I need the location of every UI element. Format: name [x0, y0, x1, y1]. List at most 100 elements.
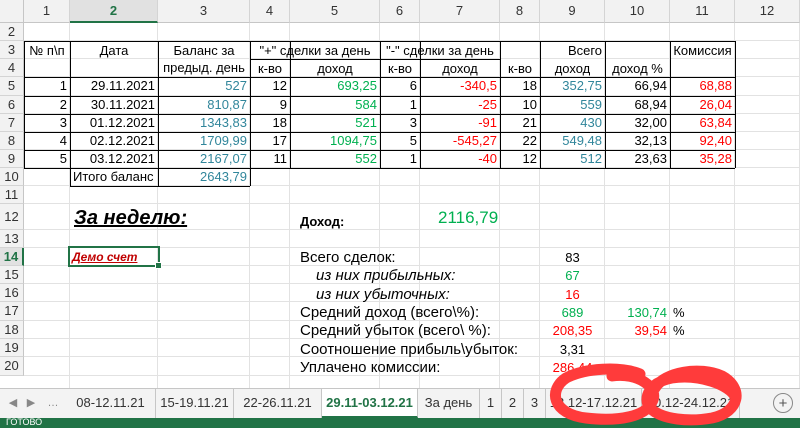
table-cell-pq[interactable]: 9: [250, 96, 290, 113]
table-cell-n[interactable]: 4: [24, 132, 70, 149]
table-cell-date[interactable]: 01.12.2021: [70, 114, 158, 131]
table-cell-mq[interactable]: 1: [380, 150, 420, 167]
row-header-12[interactable]: 12: [0, 204, 24, 230]
table-cell-mi[interactable]: -545,27: [420, 132, 500, 149]
avg-loss-pct-sign[interactable]: %: [670, 322, 690, 339]
header-num[interactable]: № п\п: [24, 42, 70, 59]
header-total-qty[interactable]: к-во: [500, 60, 540, 77]
avg-income-value[interactable]: 689: [540, 304, 605, 321]
profit-deals-label[interactable]: из них прибыльных:: [316, 267, 455, 284]
table-cell-pq[interactable]: 12: [250, 77, 290, 94]
row-header-9[interactable]: 9: [0, 150, 24, 168]
loss-deals-value[interactable]: 16: [540, 286, 605, 303]
deals-label[interactable]: Всего сделок:: [300, 249, 396, 266]
table-cell-tq[interactable]: 12: [500, 150, 540, 167]
table-cell-com[interactable]: 68,88: [670, 77, 735, 94]
header-total-income-pct[interactable]: доход %: [605, 60, 670, 77]
header-minus-income[interactable]: доход: [420, 60, 500, 77]
fill-handle[interactable]: [155, 262, 162, 269]
sheet-tab[interactable]: 3: [524, 389, 546, 418]
sheet-tab[interactable]: 2: [502, 389, 524, 418]
ratio-value[interactable]: 3,31: [540, 341, 605, 358]
table-cell-com[interactable]: 35,28: [670, 150, 735, 167]
row-header-17[interactable]: 17: [0, 302, 24, 321]
table-cell-balance[interactable]: 1709,99: [158, 132, 250, 149]
column-header-6[interactable]: 6: [380, 0, 420, 23]
avg-loss-pct[interactable]: 39,54: [605, 322, 670, 339]
avg-loss-label[interactable]: Средний убыток (всего\ %):: [300, 322, 491, 339]
table-cell-tp[interactable]: 66,94: [605, 77, 670, 94]
column-header-2[interactable]: 2: [70, 0, 158, 23]
column-header-8[interactable]: 8: [500, 0, 540, 23]
ratio-label[interactable]: Соотношение прибыль\убыток:: [300, 341, 518, 358]
sheet-tab[interactable]: 13.12-17.12.21: [546, 389, 642, 418]
add-sheet-icon[interactable]: +: [773, 393, 793, 413]
row-header-13[interactable]: 13: [0, 230, 24, 248]
row-header-4[interactable]: 4: [0, 59, 24, 77]
table-cell-balance[interactable]: 1343,83: [158, 114, 250, 131]
header-plus-deals[interactable]: "+" сделки за день: [250, 42, 380, 59]
table-cell-pi[interactable]: 521: [290, 114, 380, 131]
deals-value[interactable]: 83: [540, 249, 605, 266]
avg-income-pct[interactable]: 130,74: [605, 304, 670, 321]
sheet-tab[interactable]: 08-12.11.21: [66, 389, 156, 418]
avg-income-pct-sign[interactable]: %: [670, 304, 690, 321]
table-cell-n[interactable]: 5: [24, 150, 70, 167]
table-cell-mq[interactable]: 6: [380, 77, 420, 94]
header-plus-income[interactable]: доход: [290, 60, 380, 77]
table-cell-pq[interactable]: 18: [250, 114, 290, 131]
table-cell-balance[interactable]: 527: [158, 77, 250, 94]
header-minus-qty[interactable]: к-во: [380, 60, 420, 77]
table-cell-pi[interactable]: 1094,75: [290, 132, 380, 149]
row-header-15[interactable]: 15: [0, 266, 24, 284]
header-commission[interactable]: Комиссия: [670, 42, 735, 59]
table-cell-pq[interactable]: 17: [250, 132, 290, 149]
row-header-14[interactable]: 14: [0, 248, 24, 266]
sheet-tab[interactable]: 15-19.11.21: [156, 389, 234, 418]
sheet-tab[interactable]: За день: [418, 389, 480, 418]
table-cell-tq[interactable]: 18: [500, 77, 540, 94]
row-header-20[interactable]: 20: [0, 357, 24, 376]
table-cell-pi[interactable]: 552: [290, 150, 380, 167]
table-cell-tp[interactable]: 32,13: [605, 132, 670, 149]
table-cell-mi[interactable]: -40: [420, 150, 500, 167]
column-header-9[interactable]: 9: [540, 0, 605, 23]
row-header-7[interactable]: 7: [0, 114, 24, 132]
tab-scroll-left-icon[interactable]: ◀: [4, 389, 22, 418]
total-balance-value[interactable]: 2643,79: [158, 168, 250, 185]
table-cell-tp[interactable]: 32,00: [605, 114, 670, 131]
commission-paid-value[interactable]: 286,44: [540, 359, 605, 376]
table-cell-pi[interactable]: 584: [290, 96, 380, 113]
column-header-3[interactable]: 3: [158, 0, 250, 23]
table-cell-mq[interactable]: 1: [380, 96, 420, 113]
table-cell-mi[interactable]: -91: [420, 114, 500, 131]
tab-more-icon[interactable]: …: [44, 389, 62, 418]
header-minus-deals[interactable]: "-" сделки за день: [380, 42, 500, 59]
table-cell-n[interactable]: 3: [24, 114, 70, 131]
table-cell-balance[interactable]: 810,87: [158, 96, 250, 113]
row-header-3[interactable]: 3: [0, 41, 24, 59]
table-cell-date[interactable]: 29.11.2021: [70, 77, 158, 94]
column-header-10[interactable]: 10: [605, 0, 670, 23]
table-cell-mi[interactable]: -25: [420, 96, 500, 113]
sheet-tab[interactable]: 1: [480, 389, 502, 418]
income-value[interactable]: 2116,79: [438, 208, 498, 228]
row-header-5[interactable]: 5: [0, 77, 24, 96]
header-date[interactable]: Дата: [70, 42, 158, 59]
sheet-tab[interactable]: 29.11-03.12.21: [322, 389, 418, 418]
profit-deals-value[interactable]: 67: [540, 267, 605, 284]
table-cell-com[interactable]: 92,40: [670, 132, 735, 149]
table-cell-n[interactable]: 1: [24, 77, 70, 94]
table-cell-date[interactable]: 02.12.2021: [70, 132, 158, 149]
table-cell-n[interactable]: 2: [24, 96, 70, 113]
avg-loss-value[interactable]: 208,35: [540, 322, 605, 339]
total-balance-label[interactable]: Итого баланс: [70, 168, 158, 185]
table-cell-ti[interactable]: 430: [540, 114, 605, 131]
table-cell-tp[interactable]: 23,63: [605, 150, 670, 167]
table-cell-date[interactable]: 03.12.2021: [70, 150, 158, 167]
table-cell-mi[interactable]: -340,5: [420, 77, 500, 94]
spreadsheet-grid[interactable]: 1 2 3 4 5 6 7 8 9 10 11 12 2 3 4 5 6 7 8 9 10 11 12 13 14 15 16 17…: [0, 0, 800, 388]
table-cell-tq[interactable]: 21: [500, 114, 540, 131]
table-cell-mq[interactable]: 5: [380, 132, 420, 149]
commission-paid-label[interactable]: Уплачено комиссии:: [300, 359, 440, 376]
